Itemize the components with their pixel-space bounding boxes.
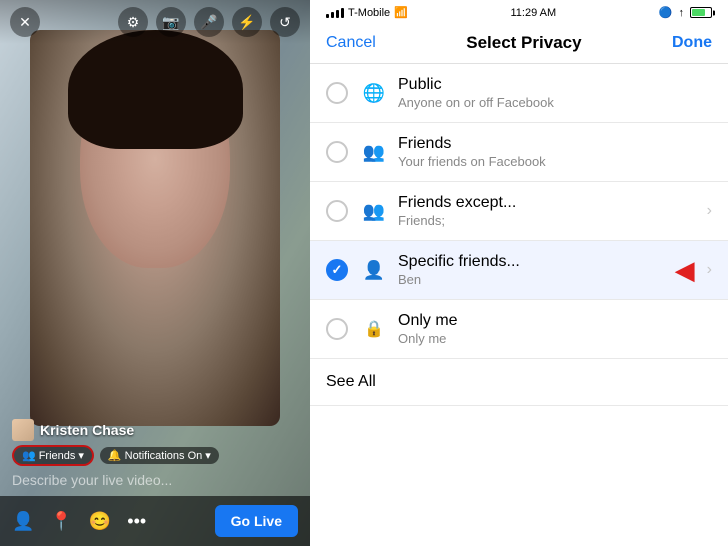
friends-subtitle: Your friends on Facebook [398, 154, 712, 169]
privacy-option-specific-friends[interactable]: 👤 Specific friends... Ben ◀ › [310, 241, 728, 300]
battery-indicator [690, 7, 712, 18]
privacy-badges-row: 👥 Friends ▾ 🔔 Notifications On ▾ [12, 445, 298, 466]
lock-icon: 🔒 [360, 315, 388, 343]
camera-panel: ✕ ⚙ 📷 🎤 ⚡ ↺ Kristen Chase 👥 Friends ▾ 🔔 … [0, 0, 310, 546]
status-bar: T-Mobile 📶 11:29 AM 🔵 ↑ [310, 0, 728, 23]
red-arrow-indicator: ◀ [675, 255, 695, 286]
globe-icon: 🌐 [360, 79, 388, 107]
signal-dot-3 [336, 10, 339, 18]
friends-badge[interactable]: 👥 Friends ▾ [12, 445, 94, 466]
public-subtitle: Anyone on or off Facebook [398, 95, 712, 110]
privacy-option-public[interactable]: 🌐 Public Anyone on or off Facebook [310, 64, 728, 123]
bluetooth-arrow-icon: ↑ [678, 7, 684, 19]
bottom-info: Kristen Chase 👥 Friends ▾ 🔔 Notification… [0, 411, 310, 496]
friends-except-icon: 👥 [360, 197, 388, 225]
radio-friends-except [326, 200, 348, 222]
see-all-option[interactable]: See All [310, 359, 728, 406]
chevron-right-icon: › [707, 202, 712, 220]
action-icons-group: 👤 📍 😊 ••• [12, 511, 146, 532]
friends-except-subtitle: Friends; [398, 213, 699, 228]
top-toolbar: ✕ ⚙ 📷 🎤 ⚡ ↺ [0, 0, 310, 44]
go-live-button[interactable]: Go Live [215, 505, 298, 537]
signal-dot-2 [331, 12, 334, 18]
carrier-name: T-Mobile [348, 7, 390, 19]
bottom-action-bar: 👤 📍 😊 ••• Go Live [0, 496, 310, 546]
flash-icon[interactable]: ⚡ [232, 7, 262, 37]
specific-friends-chevron-icon: › [707, 261, 712, 279]
close-button[interactable]: ✕ [10, 7, 40, 37]
friends-title: Friends [398, 135, 712, 153]
camera-icon[interactable]: 📷 [156, 7, 186, 37]
signal-dot-4 [341, 8, 344, 18]
privacy-option-friends-except[interactable]: 👥 Friends except... Friends; › [310, 182, 728, 241]
friends-badge-label: Friends [39, 450, 76, 462]
specific-friends-icon: 👤 [360, 256, 388, 284]
nav-bar: Cancel Select Privacy Done [310, 23, 728, 64]
cancel-button[interactable]: Cancel [326, 34, 376, 52]
privacy-option-friends[interactable]: 👥 Friends Your friends on Facebook [310, 123, 728, 182]
nav-title: Select Privacy [466, 33, 581, 53]
only-me-text: Only me Only me [398, 312, 712, 346]
radio-specific-friends [326, 259, 348, 281]
status-left: T-Mobile 📶 [326, 6, 408, 19]
emoji-icon[interactable]: 😊 [89, 511, 111, 532]
wifi-icon: 📶 [394, 6, 408, 19]
friends-except-title: Friends except... [398, 194, 699, 212]
signal-dot-1 [326, 14, 329, 18]
privacy-option-only-me[interactable]: 🔒 Only me Only me [310, 300, 728, 359]
person-overlay [30, 30, 280, 426]
status-right: 🔵 ↑ [659, 6, 712, 19]
only-me-subtitle: Only me [398, 331, 712, 346]
notifications-badge[interactable]: 🔔 Notifications On ▾ [100, 447, 219, 464]
more-icon[interactable]: ••• [127, 511, 146, 532]
toolbar-icons-group: ⚙ 📷 🎤 ⚡ ↺ [118, 7, 300, 37]
user-name-row: Kristen Chase [12, 419, 298, 441]
only-me-title: Only me [398, 312, 712, 330]
notifications-badge-arrow: ▾ [205, 449, 211, 462]
specific-friends-title: Specific friends... [398, 253, 675, 271]
notifications-icon: 🔔 [108, 449, 122, 462]
flip-camera-icon[interactable]: ↺ [270, 7, 300, 37]
radio-friends [326, 141, 348, 163]
mic-icon[interactable]: 🎤 [194, 7, 224, 37]
see-all-label: See All [326, 373, 376, 390]
privacy-panel: T-Mobile 📶 11:29 AM 🔵 ↑ Cancel Select Pr… [310, 0, 728, 546]
battery-fill [692, 9, 706, 16]
location-icon[interactable]: 📍 [50, 511, 72, 532]
public-text: Public Anyone on or off Facebook [398, 76, 712, 110]
specific-friends-text: Specific friends... Ben [398, 253, 675, 287]
done-button[interactable]: Done [672, 34, 712, 52]
friends-except-text: Friends except... Friends; [398, 194, 699, 228]
add-friend-icon[interactable]: 👤 [12, 511, 34, 532]
user-avatar [12, 419, 34, 441]
bluetooth-icon: 🔵 [659, 6, 673, 19]
privacy-options-list: 🌐 Public Anyone on or off Facebook 👥 Fri… [310, 64, 728, 546]
friends-text: Friends Your friends on Facebook [398, 135, 712, 169]
user-name-text: Kristen Chase [40, 422, 134, 438]
friends-icon: 👥 [360, 138, 388, 166]
settings-icon[interactable]: ⚙ [118, 7, 148, 37]
notifications-badge-label: Notifications On [125, 450, 203, 462]
specific-friends-subtitle: Ben [398, 272, 675, 287]
friends-icon-small: 👥 [22, 449, 36, 462]
friends-badge-arrow: ▾ [78, 449, 84, 462]
status-time: 11:29 AM [511, 7, 557, 19]
radio-only-me [326, 318, 348, 340]
public-title: Public [398, 76, 712, 94]
describe-placeholder-text[interactable]: Describe your live video... [12, 472, 298, 488]
signal-strength [326, 8, 344, 18]
radio-public [326, 82, 348, 104]
